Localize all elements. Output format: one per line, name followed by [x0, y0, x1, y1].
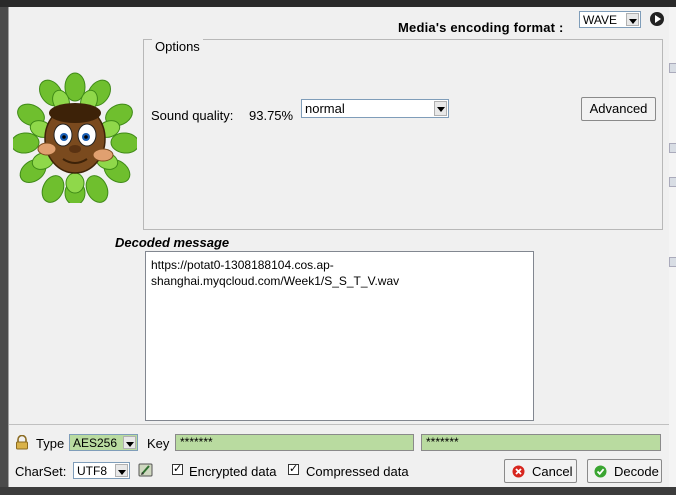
- compressed-data-label: Compressed data: [306, 464, 409, 479]
- sound-quality-value: 93.75%: [249, 108, 294, 123]
- cipher-type-value: AES256: [73, 436, 118, 450]
- encoding-format-label: Media's encoding format :: [398, 20, 564, 35]
- advanced-button[interactable]: Advanced: [581, 97, 656, 121]
- key-input[interactable]: *******: [175, 434, 414, 451]
- decoder-window: Media's encoding format : WAVE Options S…: [8, 7, 669, 487]
- encrypted-data-label: Encrypted data: [189, 464, 277, 479]
- options-title: Options: [152, 39, 203, 54]
- charset-select[interactable]: UTF8: [73, 462, 130, 479]
- sound-quality-label: Sound quality:: [151, 108, 234, 123]
- cipher-type-select[interactable]: AES256: [69, 434, 138, 451]
- mascot-logo: [13, 72, 137, 203]
- bg-icon: [669, 257, 676, 267]
- cancel-button-label: Cancel: [532, 464, 573, 479]
- compressed-data-checkbox[interactable]: [288, 462, 299, 475]
- bg-icon: [669, 143, 676, 153]
- charset-label: CharSet:: [15, 464, 67, 479]
- background-window-edge: [668, 7, 676, 495]
- bg-icon: [669, 63, 676, 73]
- type-label: Type: [36, 436, 65, 451]
- checkmark-icon: [594, 465, 607, 478]
- decoded-message-title: Decoded message: [115, 235, 230, 250]
- chevron-down-icon[interactable]: [434, 101, 447, 116]
- decoded-message-line: shanghai.myqcloud.com/Week1/S_S_T_V.wav: [151, 274, 400, 288]
- decoded-message-line: https://potat0-1308188104.cos.ap-: [151, 258, 334, 272]
- encoding-format-value: WAVE: [583, 13, 618, 27]
- play-icon[interactable]: [650, 12, 664, 26]
- options-group: [143, 39, 663, 230]
- bottom-strip: [0, 487, 676, 495]
- chevron-down-icon[interactable]: [123, 436, 136, 449]
- decoded-message-textarea[interactable]: https://potat0-1308188104.cos.ap- shangh…: [145, 251, 534, 421]
- chevron-down-icon[interactable]: [626, 13, 639, 26]
- title-bar-strip: [0, 0, 676, 7]
- cancel-icon: [512, 465, 525, 478]
- encrypted-data-checkbox[interactable]: [172, 462, 183, 475]
- charset-value: UTF8: [77, 464, 107, 478]
- chevron-down-icon[interactable]: [115, 464, 128, 477]
- decode-button-label: Decode: [614, 464, 659, 479]
- sound-quality-select-value: normal: [305, 101, 345, 116]
- footer-separator: [9, 424, 669, 425]
- decode-button[interactable]: Decode: [587, 459, 662, 483]
- sound-quality-select[interactable]: normal: [301, 99, 449, 118]
- lock-icon: [16, 435, 28, 450]
- key-label: Key: [147, 436, 170, 451]
- encoding-format-select[interactable]: WAVE: [579, 11, 641, 28]
- cancel-button[interactable]: Cancel: [504, 459, 577, 483]
- bg-icon: [669, 177, 676, 187]
- key-confirm-input[interactable]: *******: [421, 434, 661, 451]
- charset-tool-icon[interactable]: [138, 462, 154, 478]
